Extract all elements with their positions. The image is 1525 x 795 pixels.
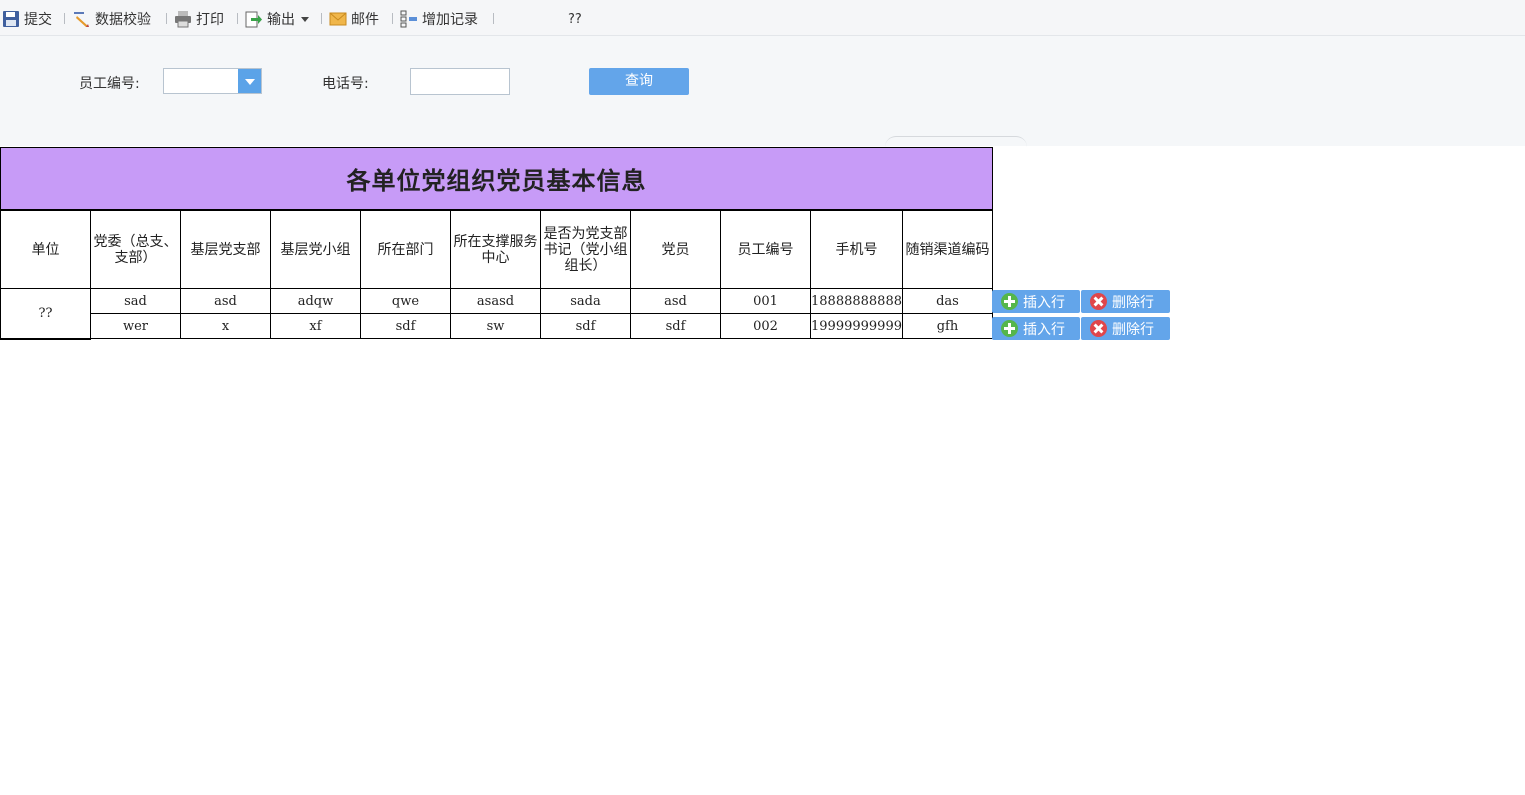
toolbar-divider (64, 13, 65, 24)
table-cell[interactable]: das (901, 288, 993, 314)
toolbar-divider (392, 13, 393, 24)
export-menu-button[interactable]: 输出 (245, 9, 309, 29)
table-cell[interactable]: 18888888888 (810, 288, 903, 314)
submit-label: 提交 (24, 12, 52, 28)
unit-cell[interactable]: ?? (0, 288, 91, 340)
phone-label: 电话号: (322, 76, 369, 92)
close-icon (1090, 293, 1107, 310)
column-header: 基层党支部 (180, 209, 271, 289)
report-title: 各单位党组织党员基本信息 (0, 147, 993, 211)
table-cell[interactable]: qwe (360, 288, 451, 314)
close-icon (1090, 320, 1107, 337)
toolbar-divider (321, 13, 322, 24)
add-record-button[interactable]: 增加记录 (400, 9, 478, 29)
data-validate-button[interactable]: 数据校验 (73, 9, 151, 29)
insert-row-button[interactable]: 插入行 (992, 290, 1080, 313)
toolbar: 提交 数据校验 打印 输出 邮件 增加记录 ?? (0, 0, 1525, 36)
insert-row-button[interactable]: 插入行 (992, 317, 1080, 340)
table-cell[interactable]: gfh (901, 313, 993, 339)
table-cell[interactable]: sad (90, 288, 181, 314)
table-cell[interactable]: sdf (630, 313, 721, 339)
mail-icon (329, 10, 347, 28)
mail-label: 邮件 (351, 12, 379, 28)
add-record-icon (400, 10, 418, 28)
mail-button[interactable]: 邮件 (329, 9, 379, 29)
column-header: 所在部门 (360, 209, 451, 289)
plus-icon (1001, 320, 1018, 337)
plus-icon (1001, 293, 1018, 310)
column-header: 基层党小组 (270, 209, 361, 289)
table-cell[interactable]: 001 (720, 288, 811, 314)
export-icon (245, 10, 263, 28)
phone-input[interactable] (410, 68, 510, 95)
delete-row-label: 删除行 (1112, 294, 1154, 311)
printer-icon (174, 10, 192, 28)
column-header: 党委（总支、支部） (90, 209, 181, 289)
insert-row-label: 插入行 (1023, 321, 1065, 338)
pencil-check-icon (73, 10, 91, 28)
table-cell[interactable]: adqw (270, 288, 361, 314)
column-header: 员工编号 (720, 209, 811, 289)
toolbar-extra-text: ?? (568, 11, 582, 27)
column-header: 党员 (630, 209, 721, 289)
report-table: 各单位党组织党员基本信息 单位 党委（总支、支部） 基层党支部 基层党小组 所在… (0, 147, 993, 340)
table-cell[interactable]: 002 (720, 313, 811, 339)
column-header: 单位 (0, 209, 91, 289)
delete-row-button[interactable]: 删除行 (1081, 317, 1170, 340)
table-row: ?? sad asd adqw qwe asasd sada asd 001 1… (0, 288, 993, 340)
table-cell[interactable]: sdf (360, 313, 451, 339)
table-cell[interactable]: wer (90, 313, 181, 339)
chevron-down-icon (301, 16, 309, 22)
table-cell[interactable]: x (180, 313, 271, 339)
insert-row-label: 插入行 (1023, 294, 1065, 311)
delete-row-button[interactable]: 删除行 (1081, 290, 1170, 313)
employee-id-combobox[interactable] (163, 68, 262, 94)
column-header: 随销渠道编码 (901, 209, 993, 289)
toolbar-divider (166, 13, 167, 24)
table-cell[interactable]: xf (270, 313, 361, 339)
search-button[interactable]: 查询 (589, 68, 689, 95)
add-record-label: 增加记录 (422, 12, 478, 28)
table-cell[interactable]: asd (180, 288, 271, 314)
data-validate-label: 数据校验 (95, 12, 151, 28)
column-header: 所在支撑服务中心 (450, 209, 541, 289)
table-row: wer x xf sdf sw sdf sdf 002 19999999999 … (1, 313, 993, 339)
save-icon (2, 10, 20, 28)
collapse-tab[interactable] (885, 136, 1027, 147)
table-cell[interactable]: sada (540, 288, 631, 314)
print-button[interactable]: 打印 (174, 9, 224, 29)
table-cell[interactable]: 19999999999 (810, 313, 903, 339)
header-row: 单位 党委（总支、支部） 基层党支部 基层党小组 所在部门 所在支撑服务中心 是… (0, 209, 993, 289)
print-label: 打印 (196, 12, 224, 28)
query-panel: 员工编号: 电话号: 查询 (0, 36, 1525, 146)
table-cell[interactable]: asd (630, 288, 721, 314)
column-header: 是否为党支部书记（党小组组长） (540, 209, 631, 289)
delete-row-label: 删除行 (1112, 321, 1154, 338)
dropdown-arrow-icon[interactable] (238, 69, 261, 93)
submit-button[interactable]: 提交 (2, 9, 52, 29)
toolbar-divider (237, 13, 238, 24)
table-cell[interactable]: sw (450, 313, 541, 339)
table-cell[interactable]: sdf (540, 313, 631, 339)
toolbar-divider (493, 13, 494, 24)
table-cell[interactable]: asasd (450, 288, 541, 314)
column-header: 手机号 (810, 209, 903, 289)
export-label: 输出 (267, 12, 295, 28)
employee-id-label: 员工编号: (79, 76, 140, 92)
